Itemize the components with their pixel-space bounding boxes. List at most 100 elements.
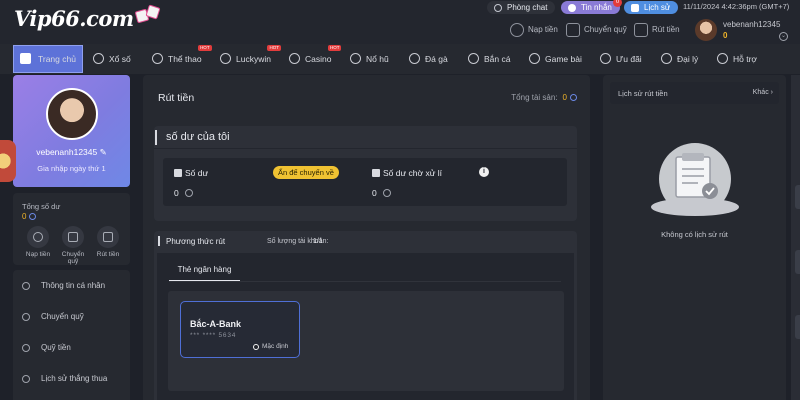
side-tab[interactable] [795, 315, 800, 339]
nav-label: Ưu đãi [616, 54, 642, 64]
sidebar-balance: Tổng số dư 0 Nạp tiền Chuyển quỹ Rút tiề… [13, 193, 130, 265]
history-icon [631, 4, 639, 12]
accounts-value: 1/1 [313, 238, 323, 245]
bank-card[interactable]: Bắc-A-Bank *** **** 5634 Mặc định [180, 301, 300, 358]
nav-label: Game bài [545, 54, 582, 64]
refresh-icon[interactable] [184, 189, 193, 197]
nav-casino[interactable]: Casino HOT [287, 45, 342, 71]
promo-badge-icon[interactable] [0, 140, 16, 182]
chat-room-button[interactable]: Phòng chat [487, 1, 556, 14]
default-label: Mặc định [262, 343, 289, 350]
nav-label: Đá gà [425, 54, 448, 64]
transfer-icon [22, 313, 30, 321]
home-icon [20, 53, 31, 64]
nav-card-games[interactable]: Game bài [527, 47, 582, 71]
nav-lottery[interactable]: Xổ số [91, 47, 131, 71]
section-marker [155, 130, 157, 145]
history-header: Lịch sử rút tiền Khác › [610, 82, 779, 104]
sidebar-item-personal-info[interactable]: Thông tin cá nhân [22, 278, 105, 294]
side-tab[interactable] [795, 185, 800, 209]
tab-divider [169, 281, 561, 282]
messages-label: Tin nhắn [581, 3, 612, 12]
nav-slots[interactable]: Nổ hũ [348, 47, 389, 71]
history-button[interactable]: Lịch sử [624, 1, 679, 14]
sidebar-item-transfer[interactable]: Chuyển quỹ [22, 309, 84, 325]
total-assets: Tổng tài sản: 0 [511, 93, 577, 102]
sidebar-item-label: Quỹ tiền [41, 343, 71, 352]
balance-value-text: 0 [174, 188, 179, 198]
withdraw-method-section: Phương thức rút Số lượng tài khoản: 1/1 … [154, 231, 577, 400]
top-username: vebenanh12345 [723, 20, 781, 29]
deposit-icon [510, 23, 524, 37]
bank-card-list: Bắc-A-Bank *** **** 5634 Mặc định [168, 291, 564, 391]
nav-agent[interactable]: Đại lý [659, 47, 698, 71]
nav-luckywin[interactable]: Luckywin HOT [218, 45, 281, 71]
side-tab[interactable] [795, 250, 800, 274]
tab-bank-card[interactable]: Thẻ ngân hàng [169, 259, 240, 281]
bank-account-number: *** **** 5634 [190, 332, 237, 339]
history-filter-label: Khác [752, 89, 769, 96]
nav-sports[interactable]: Thể thao HOT [150, 45, 212, 71]
default-radio[interactable]: Mặc định [253, 343, 288, 350]
agent-icon [661, 53, 672, 64]
info-icon[interactable]: i [479, 167, 489, 177]
total-balance-value: 0 [22, 212, 37, 221]
hot-badge: HOT [327, 45, 342, 51]
funds-icon [22, 344, 30, 352]
wallet-icon [174, 169, 182, 177]
nav-label: Đại lý [677, 54, 699, 64]
history-icon [22, 375, 30, 383]
refresh-icon[interactable] [382, 189, 391, 197]
fishing-icon [468, 53, 479, 64]
sidebar-item-label: Lịch sử thắng thua [41, 374, 108, 383]
history-filter-select[interactable]: Khác › [753, 89, 773, 96]
empty-history-text: Không có lịch sử rút [661, 230, 728, 239]
my-balance-section: số dư của tôi Số dư Ấn để chuyển về 0 Số… [154, 126, 577, 221]
lottery-icon [93, 53, 104, 64]
radio-icon [253, 344, 259, 350]
transfer-quick-button[interactable]: Chuyển quỹ [566, 22, 627, 38]
sidebar-transfer-button[interactable]: Chuyển quỹ [58, 226, 88, 265]
deposit-quick-button[interactable]: Nạp tiền [510, 22, 558, 38]
sidebar-withdraw-button[interactable]: Rút tiền [93, 226, 123, 258]
login-days: Gia nhập ngày thứ 1 [37, 164, 106, 173]
edit-icon[interactable]: ✎ [100, 147, 107, 157]
pending-balance-label: Số dư chờ xử lí [372, 168, 442, 178]
site-logo[interactable]: Vip66.com [14, 4, 161, 31]
total-balance-label: Tổng số dư [22, 202, 61, 211]
balance-label-text: Số dư [185, 168, 209, 178]
refresh-icon[interactable] [29, 213, 37, 220]
sidebar-item-win-loss-history[interactable]: Lịch sử thắng thua [22, 371, 107, 387]
withdraw-label: Rút tiền [652, 25, 680, 34]
mini-label: Chuyển quỹ [61, 251, 85, 265]
total-balance-number: 0 [22, 212, 27, 221]
nav-home[interactable]: Trang chủ [13, 45, 83, 73]
balance-row: Số dư Ấn để chuyển về 0 Số dư chờ xử lí … [163, 158, 567, 206]
empty-history-icon [651, 143, 739, 216]
nav-cockfight[interactable]: Đá gà [407, 47, 448, 71]
chevron-down-icon[interactable]: ⌄ [779, 32, 788, 41]
method-body: Thẻ ngân hàng Bắc-A-Bank *** **** 5634 M… [157, 253, 574, 400]
withdraw-history-panel: Lịch sử rút tiền Khác › Không có lịch sử… [603, 75, 786, 400]
nav-label: Casino [305, 54, 332, 64]
history-title: Lịch sử rút tiền [618, 89, 668, 98]
sidebar-item-funds[interactable]: Quỹ tiền [22, 340, 71, 356]
withdraw-quick-button[interactable]: Rút tiền [634, 22, 680, 38]
floating-side-tabs [791, 75, 800, 400]
chat-icon [494, 4, 502, 12]
nav-fishing[interactable]: Bắn cá [466, 47, 510, 71]
profile-avatar[interactable] [46, 88, 98, 140]
user-avatar[interactable] [695, 19, 717, 41]
method-label: Phương thức rút [166, 237, 226, 246]
withdraw-icon [634, 23, 648, 37]
mini-label: Rút tiền [96, 251, 120, 258]
refresh-icon[interactable] [570, 94, 577, 101]
messages-button[interactable]: Tin nhắn [561, 1, 620, 14]
nav-promotions[interactable]: Ưu đãi [598, 47, 642, 71]
nav-support[interactable]: Hỗ trợ [715, 47, 757, 71]
withdraw-icon [97, 226, 119, 248]
sidebar-deposit-button[interactable]: Nạp tiền [23, 226, 53, 258]
cards-icon [529, 53, 540, 64]
transfer-back-button[interactable]: Ấn để chuyển về [273, 166, 339, 179]
wallet-icon [372, 169, 380, 177]
